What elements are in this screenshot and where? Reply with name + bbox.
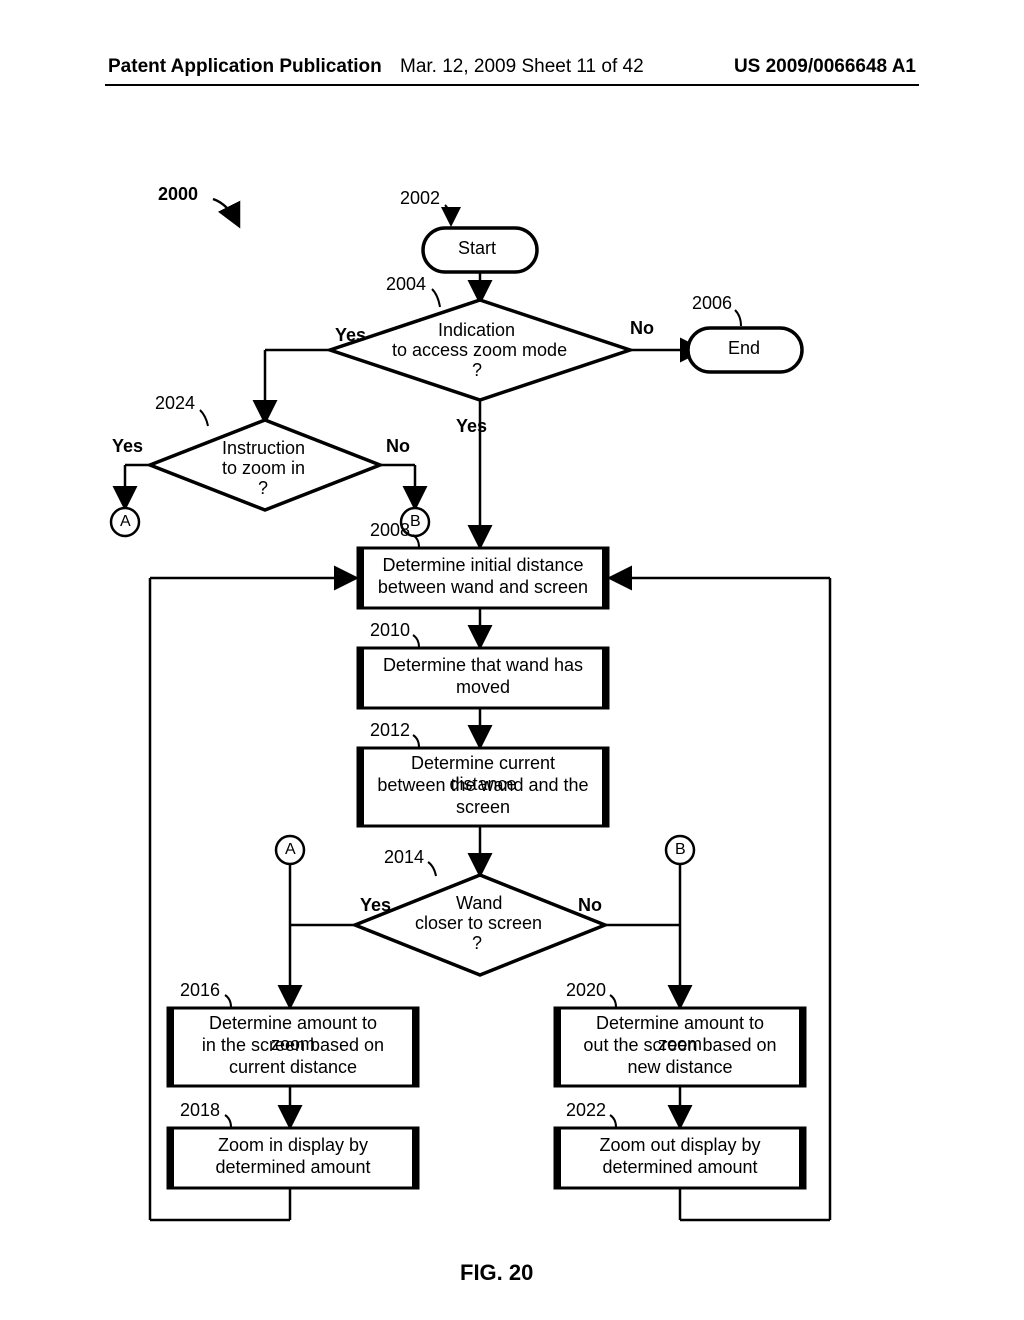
conn-B1: B [410, 513, 421, 531]
ref-2004: 2004 [386, 274, 426, 295]
conn-B2: B [675, 841, 686, 859]
p2-l1: Determine that wand has [376, 655, 590, 676]
no-1: No [630, 318, 654, 339]
conn-A1: A [120, 513, 131, 531]
p6-l3: new distance [573, 1057, 787, 1078]
start: Start [458, 238, 496, 259]
header-mid: Mar. 12, 2009 Sheet 11 of 42 [400, 56, 644, 78]
ref-2006: 2006 [692, 293, 732, 314]
d3-l3: ? [472, 933, 482, 954]
d2-l1: Instruction [222, 438, 305, 459]
p3-l2: between the wand and the [376, 775, 590, 796]
ref-2016: 2016 [180, 980, 220, 1001]
p7-l1: Zoom out display by [573, 1135, 787, 1156]
end: End [728, 338, 760, 359]
p6-l2: out the screen based on [573, 1035, 787, 1056]
header-right: US 2009/0066648 A1 [734, 56, 916, 78]
ref-2014: 2014 [384, 847, 424, 868]
yes-1: Yes [335, 325, 366, 346]
p5-l1: Zoom in display by [186, 1135, 400, 1156]
yes-2: Yes [112, 436, 143, 457]
conn-A2: A [285, 841, 296, 859]
p7-l2: determined amount [573, 1157, 787, 1178]
yes-3: Yes [456, 416, 487, 437]
d3-l1: Wand [456, 893, 502, 914]
ref-2012: 2012 [370, 720, 410, 741]
d1-l3: ? [472, 360, 482, 381]
d2-l2: to zoom in [222, 458, 305, 479]
flowchart: 2000 2002 Start 2004 Indication to acces… [0, 150, 1024, 1250]
ref-2010: 2010 [370, 620, 410, 641]
header-left: Patent Application Publication [108, 56, 382, 78]
no-4: No [578, 895, 602, 916]
ref-2000: 2000 [158, 184, 198, 205]
ref-2018: 2018 [180, 1100, 220, 1121]
figure-label: FIG. 20 [460, 1260, 533, 1286]
ref-2022: 2022 [566, 1100, 606, 1121]
p2-l2: moved [376, 677, 590, 698]
p1-l2: between wand and screen [376, 577, 590, 598]
d1-l1: Indication [438, 320, 515, 341]
p4-l2: in the screen based on [186, 1035, 400, 1056]
ref-2008: 2008 [370, 520, 410, 541]
no-2: No [386, 436, 410, 457]
p3-l3: screen [376, 797, 590, 818]
ref-2002: 2002 [400, 188, 440, 209]
d1-l2: to access zoom mode [392, 340, 567, 361]
p4-l3: current distance [186, 1057, 400, 1078]
p5-l2: determined amount [186, 1157, 400, 1178]
p1-l1: Determine initial distance [376, 555, 590, 576]
d2-l3: ? [258, 478, 268, 499]
yes-4: Yes [360, 895, 391, 916]
d3-l2: closer to screen [415, 913, 542, 934]
ref-2020: 2020 [566, 980, 606, 1001]
ref-2024: 2024 [155, 393, 195, 414]
